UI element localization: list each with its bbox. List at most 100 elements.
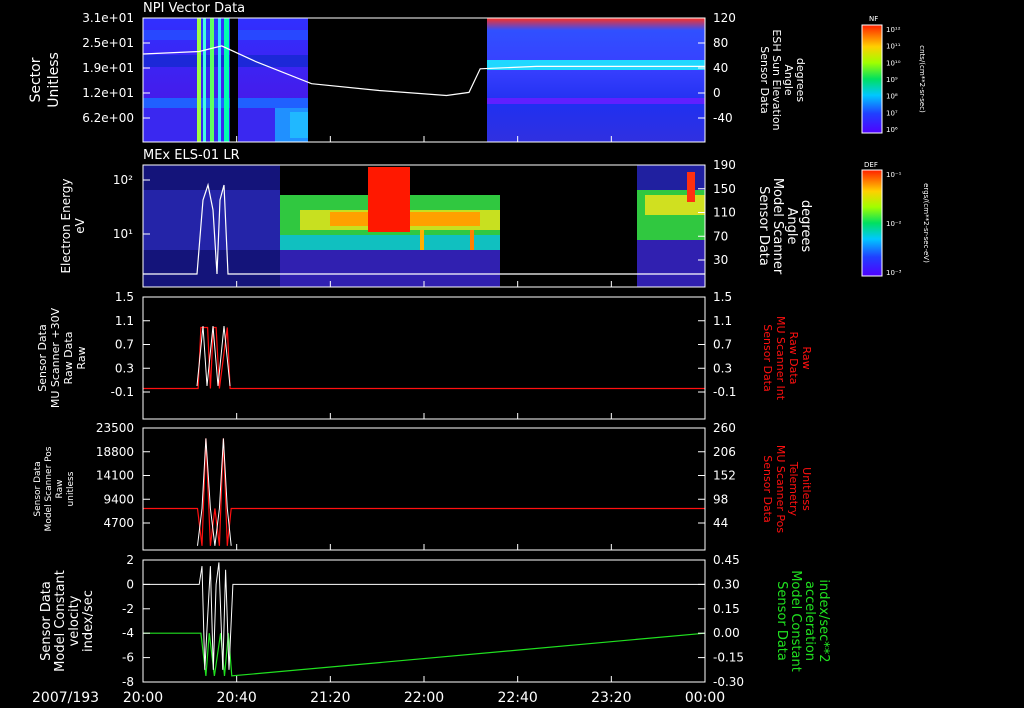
panel-scanner-pos: 23500 18800 14100 9400 4700 260 206 152 98 44 Se… xyxy=(33,421,813,551)
scanner-raw-white-line xyxy=(196,325,231,387)
svg-text:velocity: velocity xyxy=(67,595,82,646)
svg-text:Sensor Data: Sensor Data xyxy=(756,186,771,266)
nf-colorbar-tick: 10¹² xyxy=(886,26,901,34)
npi-y2tick-ticklabel: 80 xyxy=(713,36,728,50)
npi-ytick-ticklabel: 3.1e+01 xyxy=(82,11,134,25)
svg-text:Model Constant: Model Constant xyxy=(53,570,68,672)
panel3-left-axis: 1.5 1.1 0.7 0.3 -0.1 xyxy=(111,290,150,399)
els-y2tick-ticklabel: 190 xyxy=(713,158,736,172)
svg-text:Sensor Data: Sensor Data xyxy=(761,324,774,391)
pos-ytick-ticklabel: 9400 xyxy=(103,492,134,506)
nf-colorbar: NF 10¹² 10¹¹ 10¹⁰ 10⁹ 10⁸ 10⁷ 10⁶ cnts/(cm**2-… xyxy=(861,15,926,134)
vel-ytick-ticklabel: -2 xyxy=(122,602,134,616)
scanner-pos-red-line xyxy=(143,438,705,546)
svg-text:Sensor Data: Sensor Data xyxy=(39,581,54,661)
npi-heat-right-mid xyxy=(487,60,705,70)
svg-text:Angle: Angle xyxy=(784,208,799,245)
pos-y2tick-ticklabel: 44 xyxy=(713,516,728,530)
svg-text:unitless: unitless xyxy=(66,471,76,506)
pos-ytick-ticklabel: 4700 xyxy=(103,516,134,530)
panel-velocity: 2 0 -2 -4 -6 -8 0.45 0.30 0.15 0.00 -0.15 -0.30 Se… xyxy=(39,553,831,689)
time-tick-label: 20:00 xyxy=(123,690,163,706)
nf-colorbar-ticks: 10¹² 10¹¹ 10¹⁰ 10⁹ 10⁸ 10⁷ 10⁶ xyxy=(886,26,901,134)
npi-y2tick-ticklabel: 0 xyxy=(713,86,721,100)
svg-text:Angle: Angle xyxy=(782,64,795,96)
svg-text:ESH Sun Elevation: ESH Sun Elevation xyxy=(770,29,783,130)
svg-text:Sensor Data: Sensor Data xyxy=(758,46,771,113)
svg-text:Raw Data: Raw Data xyxy=(62,332,75,385)
def-colorbar-unit: ergs/(cm**2-sr-sec-eV) xyxy=(922,183,930,263)
raw-y2tick-ticklabel: 1.5 xyxy=(713,290,732,304)
panel1-right-label: Sensor Data ESH Sun Elevation Angle degr… xyxy=(758,29,807,130)
def-colorbar-tick: 10⁻² xyxy=(886,220,902,228)
raw-ytick-ticklabel: 1.1 xyxy=(115,314,134,328)
panel2-ylabel-line2: eV xyxy=(73,217,87,233)
pos-ytick-ticklabel: 18800 xyxy=(96,445,134,459)
svg-text:Raw: Raw xyxy=(55,480,65,499)
pos-y2tick-ticklabel: 98 xyxy=(713,492,728,506)
npi-heat-right xyxy=(487,18,705,142)
pos-ytick-ticklabel: 14100 xyxy=(96,469,134,483)
svg-text:degrees: degrees xyxy=(798,200,813,253)
panel4-left-label: Sensor Data Model Scanner Pos Raw unitle… xyxy=(33,446,76,531)
panel4-right-axis: 260 206 152 98 44 xyxy=(698,421,736,530)
raw-ytick-ticklabel: -0.1 xyxy=(111,385,134,399)
vel-ytick-ticklabel: 0 xyxy=(126,577,134,591)
vel-ytick-ticklabel: -6 xyxy=(122,651,134,665)
svg-text:Sensor Data: Sensor Data xyxy=(33,461,43,516)
svg-text:Raw Data: Raw Data xyxy=(787,332,800,385)
vel-ytick-ticklabel: 2 xyxy=(126,553,134,567)
acceleration-green-line xyxy=(143,632,706,677)
nf-colorbar-tick: 10⁹ xyxy=(886,76,898,84)
npi-y2tick-ticklabel: 120 xyxy=(713,11,736,25)
els-y2tick-ticklabel: 150 xyxy=(713,182,736,196)
els-right-yellow xyxy=(645,195,705,215)
acc-y2tick-ticklabel: 0.00 xyxy=(713,626,740,640)
svg-text:MU Scanner Int: MU Scanner Int xyxy=(774,316,787,401)
npi-ytick-ticklabel: 1.9e+01 xyxy=(82,61,134,75)
panel1-ylabel-line1: Sector xyxy=(28,57,44,102)
panel3-left-label: Sensor Data MU Scanner +30V Raw Data Raw xyxy=(36,307,88,408)
svg-text:index/sec: index/sec xyxy=(81,590,96,652)
npi-y2tick-ticklabel: 40 xyxy=(713,61,728,75)
raw-ytick-ticklabel: 0.3 xyxy=(115,361,134,375)
panel5-left-axis: 2 0 -2 -4 -6 -8 xyxy=(122,553,150,689)
time-tick-label: 00:00 xyxy=(685,690,725,706)
raw-y2tick-ticklabel: 0.7 xyxy=(713,338,732,352)
pos-ytick-ticklabel: 23500 xyxy=(96,421,134,435)
svg-text:Model Scanner: Model Scanner xyxy=(770,178,785,275)
def-colorbar: DEF 10⁻¹ 10⁻² 10⁻³ ergs/(cm**2-sr-sec-eV) xyxy=(861,161,930,277)
panel2-right-label: Sensor Data Model Scanner Angle degrees xyxy=(756,178,813,275)
panel1-ylabel-line2: Unitless xyxy=(46,52,62,108)
panel5-left-label: Sensor Data Model Constant velocity inde… xyxy=(39,570,96,672)
nf-colorbar-unit: cnts/(cm**2-sr-sec) xyxy=(918,45,926,113)
svg-text:Sensor Data: Sensor Data xyxy=(761,455,774,522)
svg-text:Model Constant: Model Constant xyxy=(788,570,803,672)
svg-text:acceleration: acceleration xyxy=(802,581,817,661)
panel4-left-axis: 23500 18800 14100 9400 4700 xyxy=(96,421,150,530)
velocity-white-line xyxy=(143,562,705,670)
pos-y2tick-ticklabel: 260 xyxy=(713,421,736,435)
npi-ytick-ticklabel: 1.2e+01 xyxy=(82,86,134,100)
raw-ytick-ticklabel: 1.5 xyxy=(115,290,134,304)
svg-text:Raw: Raw xyxy=(75,346,88,369)
def-colorbar-tick: 10⁻³ xyxy=(886,269,902,277)
nf-colorbar-tick: 10⁷ xyxy=(886,109,898,117)
els-ytick-1: 10² xyxy=(113,173,133,187)
nf-colorbar-tick: 10¹⁰ xyxy=(886,59,901,67)
nf-colorbar-tick: 10¹¹ xyxy=(886,43,901,51)
nf-colorbar-tick: 10⁶ xyxy=(886,126,898,134)
svg-text:Sensor Data: Sensor Data xyxy=(774,581,789,661)
time-tick-label: 23:20 xyxy=(591,690,631,706)
nf-colorbar-label: NF xyxy=(869,15,878,23)
acc-y2tick-ticklabel: 0.45 xyxy=(713,553,740,567)
acc-y2tick-ticklabel: 0.15 xyxy=(713,602,740,616)
raw-y2tick-ticklabel: 1.1 xyxy=(713,314,732,328)
els-right-floor xyxy=(637,240,705,287)
npi-heat-cyan2 xyxy=(290,112,308,138)
nf-colorbar-tick: 10⁸ xyxy=(886,93,898,101)
svg-text:Sensor Data: Sensor Data xyxy=(36,324,49,391)
raw-y2tick-ticklabel: -0.1 xyxy=(713,385,736,399)
time-tick-label: 22:00 xyxy=(404,690,444,706)
els-right-red xyxy=(687,172,695,202)
